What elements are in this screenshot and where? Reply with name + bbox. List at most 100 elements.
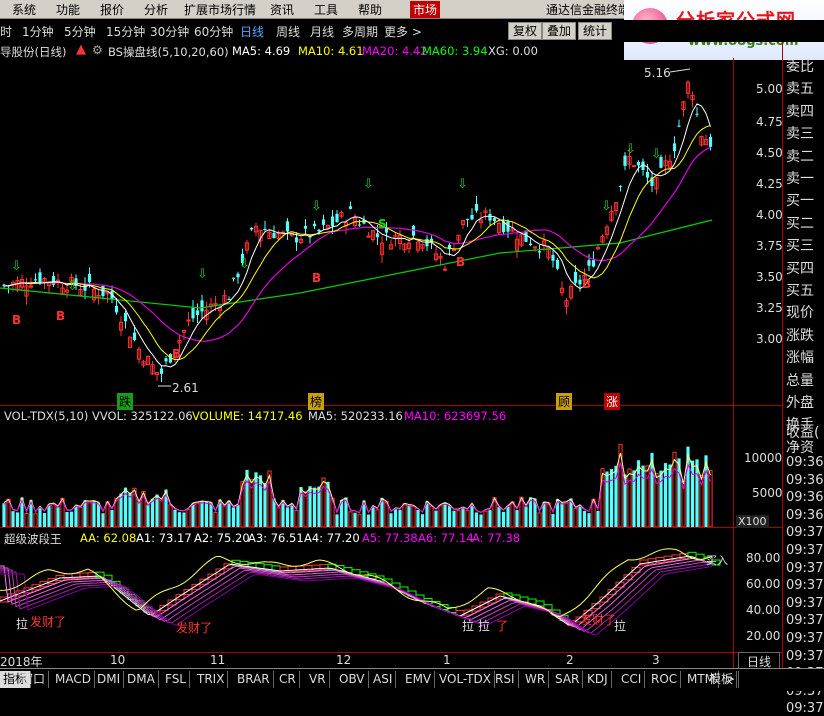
volume-bar — [672, 451, 677, 527]
volume-bar — [398, 509, 402, 527]
period-tab[interactable]: 30分钟 — [150, 23, 189, 40]
menu-item-ext-market[interactable]: 扩展市场行情 — [184, 1, 256, 18]
b-signal: B — [456, 255, 465, 269]
candle-body — [303, 226, 308, 229]
candle-body — [159, 368, 164, 374]
volume-bar — [668, 464, 672, 527]
divider — [0, 527, 782, 528]
tick-time: 09:36 — [786, 472, 824, 488]
indicator-tab[interactable]: ASI — [370, 671, 397, 688]
oscillator-chart[interactable]: 拉 发财了 发财了 拉 拉 了 发财了 拉 买入 — [0, 546, 733, 652]
period-tab[interactable]: 1分钟 — [22, 23, 54, 40]
ma5-value: MA5: 4.69 — [232, 44, 291, 58]
volume-bar — [452, 510, 456, 527]
candle-body — [87, 274, 92, 283]
period-tab[interactable]: 周线 — [276, 23, 300, 40]
quote-row-label: 卖五 — [786, 81, 814, 98]
stats-button[interactable]: 统计 — [578, 22, 613, 40]
candle-body — [375, 233, 380, 238]
volume-bar — [321, 477, 326, 527]
volume-bar — [501, 511, 506, 527]
tick-time: 09:37 — [786, 578, 824, 594]
indicator-tab[interactable]: FSL — [162, 671, 190, 688]
up-arrow-icon[interactable]: ▲ — [76, 42, 86, 57]
tick-time: 09:37 — [786, 648, 824, 664]
indicator-tab[interactable]: 窗口 — [18, 671, 50, 688]
broker-title: 通达信金融终端 — [546, 3, 631, 17]
period-tab[interactable]: 更多 > — [384, 23, 422, 40]
indicator-tab[interactable]: EMV — [402, 671, 436, 688]
volume-bar — [582, 510, 587, 527]
indicator-tab[interactable]: MACD — [52, 671, 95, 688]
tick-time: 09:37 — [786, 701, 824, 716]
period-tab-active[interactable]: 日线 — [240, 23, 264, 40]
volume-bar — [587, 513, 591, 527]
b-signal: B — [172, 347, 181, 361]
candle-body — [200, 300, 204, 312]
adjust-button[interactable]: 复权 — [508, 22, 543, 40]
volume-bar — [663, 463, 668, 527]
period-tab[interactable]: 60分钟 — [194, 23, 233, 40]
menu-item-help[interactable]: 帮助 — [358, 1, 382, 18]
period-tab[interactable]: 时 — [0, 23, 12, 40]
menu-item-analysis[interactable]: 分析 — [144, 1, 168, 18]
indicator-tab[interactable]: KDJ — [584, 671, 612, 688]
osc-a1: A1: 73.17 — [136, 531, 192, 545]
volume-bar — [200, 501, 204, 527]
overlay-button[interactable]: 叠加 — [542, 22, 577, 40]
candle-body — [532, 246, 538, 249]
menu-item-market[interactable]: 市场 — [410, 1, 441, 18]
indicator-tab[interactable]: VOL-TDX — [436, 671, 495, 688]
ma10-value: MA10: 4.61 — [298, 44, 364, 58]
candle-body — [272, 232, 276, 239]
candle-body — [164, 358, 168, 362]
menu-item-quote[interactable]: 报价 — [100, 1, 124, 18]
tick-time: 09:37 — [786, 631, 824, 646]
volume-bar — [627, 468, 632, 527]
quote-row-label: 卖四 — [786, 103, 814, 120]
indicator-tab[interactable]: VR — [306, 671, 330, 688]
vol-unit: X100 — [736, 515, 769, 528]
volume-bar — [74, 505, 78, 527]
period-tab[interactable]: 月线 — [310, 23, 334, 40]
period-tab[interactable]: 15分钟 — [106, 23, 145, 40]
indicator-tab[interactable]: RSI — [492, 671, 519, 688]
time-tick: 12 — [336, 653, 352, 667]
menu-item-function[interactable]: 功能 — [56, 1, 80, 18]
menu-item-tools[interactable]: 工具 — [314, 1, 338, 18]
candle-body — [587, 260, 591, 266]
volume-bar — [78, 507, 83, 527]
osc-step — [103, 574, 113, 581]
indicator-tab[interactable]: CCI — [618, 671, 646, 688]
period-tab[interactable]: 多周期 — [342, 23, 378, 40]
ma20-value: MA20: 4.42 — [362, 44, 428, 58]
osc-header: 超级波段王 AA: 62.08 A1: 73.17 A2: 75.20 A3: … — [0, 530, 730, 546]
candle-body — [38, 272, 42, 284]
period-tab[interactable]: 5分钟 — [64, 23, 96, 40]
candlestick-chart[interactable]: ⇩ ⇩ ⇩ ⇩ ⇩ ⇩ ⇩ ⇩ ⇩ ⇩ B B B B B B S 5.16 2.61 — [0, 58, 733, 405]
indicator-tab[interactable]: DMI — [94, 671, 125, 688]
candle-body — [492, 218, 497, 222]
axis-line — [733, 58, 734, 668]
volume-bar — [357, 514, 362, 527]
buy-arrow-icon: ⇩ — [197, 267, 208, 282]
settings-icon[interactable]: ⚙ — [92, 43, 103, 57]
menu-item-system[interactable]: 系统 — [12, 1, 36, 18]
osc-a6: A6: 77.14 — [418, 531, 474, 545]
indicator-tab[interactable]: OBV — [336, 671, 369, 688]
indicator-tab[interactable]: TRIX — [194, 671, 229, 688]
candle-body — [330, 216, 335, 226]
indicator-tab[interactable]: SAR — [552, 671, 584, 688]
indicator-tab[interactable]: WR — [522, 671, 550, 688]
candle-body — [335, 213, 339, 223]
template-button[interactable]: 模板 — [706, 671, 738, 688]
indicator-tab[interactable]: CR — [276, 671, 300, 688]
menu-item-info[interactable]: 资讯 — [270, 1, 294, 18]
indicator-tab[interactable]: ROC — [648, 671, 682, 688]
tick-time: 09:37 — [786, 543, 824, 558]
indicator-tab[interactable]: DMA — [124, 671, 159, 688]
volume-bar — [465, 509, 470, 527]
indicator-tab[interactable]: BRAR — [234, 671, 274, 688]
candle-body — [488, 213, 492, 221]
volume-chart[interactable] — [0, 425, 733, 527]
